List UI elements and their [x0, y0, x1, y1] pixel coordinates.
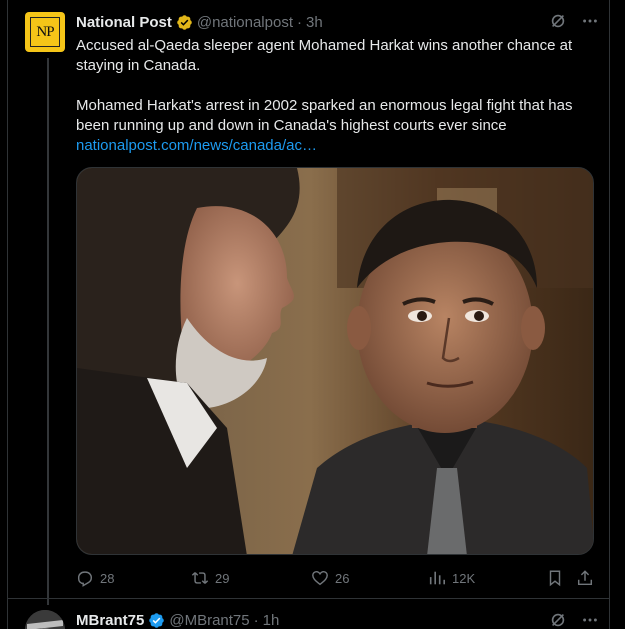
- tweet-text-summary: Mohamed Harkat's arrest in 2002 sparked …: [76, 97, 573, 134]
- tweet-divider: [8, 598, 609, 599]
- views-button[interactable]: 12K: [428, 569, 475, 587]
- tweet-body: Accused al-Qaeda sleeper agent Mohamed H…: [76, 36, 601, 156]
- bookmark-button[interactable]: [546, 569, 564, 587]
- grok-icon[interactable]: [549, 611, 567, 629]
- tweet-header: MBrant75 @MBrant75 · 1h: [76, 610, 279, 629]
- heart-icon: [312, 570, 328, 586]
- tweet-photo[interactable]: [76, 167, 594, 555]
- reply-icon: [77, 571, 93, 587]
- gold-verified-icon[interactable]: [176, 14, 193, 31]
- tweet-action-bar: 28 29 26 12K: [76, 568, 598, 588]
- retweet-icon: [191, 572, 209, 584]
- like-button[interactable]: 26: [311, 569, 349, 587]
- grok-icon[interactable]: [549, 12, 567, 30]
- retweet-count: 29: [215, 570, 230, 586]
- avatar[interactable]: NP: [25, 12, 65, 52]
- avatar-image: [25, 610, 65, 629]
- tweet-top-actions: [549, 12, 599, 30]
- article-link[interactable]: nationalpost.com/news/canada/ac…: [76, 136, 601, 156]
- share-button[interactable]: [576, 569, 594, 587]
- author-name[interactable]: MBrant75: [76, 612, 144, 629]
- more-options-icon[interactable]: [581, 12, 599, 30]
- timestamp[interactable]: 1h: [263, 612, 280, 629]
- blue-verified-icon[interactable]: [148, 612, 165, 629]
- photo-illustration: [77, 168, 593, 554]
- reply-count: 28: [100, 570, 115, 586]
- author-handle[interactable]: @MBrant75: [169, 612, 249, 629]
- thread-connector-line: [47, 58, 49, 605]
- avatar[interactable]: [25, 610, 65, 629]
- reply-button[interactable]: 28: [76, 569, 114, 587]
- retweet-button[interactable]: 29: [191, 569, 229, 587]
- analytics-icon: [429, 571, 446, 585]
- tweet-header: National Post @nationalpost · 3h: [76, 12, 323, 32]
- more-options-icon[interactable]: [581, 611, 599, 629]
- like-count: 26: [335, 570, 350, 586]
- author-name[interactable]: National Post: [76, 14, 172, 31]
- separator-dot: ·: [253, 611, 259, 629]
- timeline: NP National Post @nationalpost · 3h Accu…: [7, 0, 610, 629]
- view-count: 12K: [452, 570, 476, 586]
- avatar-logo-text: NP: [30, 17, 60, 47]
- separator-dot: ·: [296, 13, 302, 31]
- share-icon: [577, 570, 593, 586]
- tweet-top-actions: [549, 611, 599, 629]
- tweet-text-headline: Accused al-Qaeda sleeper agent Mohamed H…: [76, 37, 573, 74]
- bookmark-icon: [549, 570, 561, 587]
- timestamp[interactable]: 3h: [306, 14, 323, 31]
- author-handle[interactable]: @nationalpost: [197, 14, 293, 31]
